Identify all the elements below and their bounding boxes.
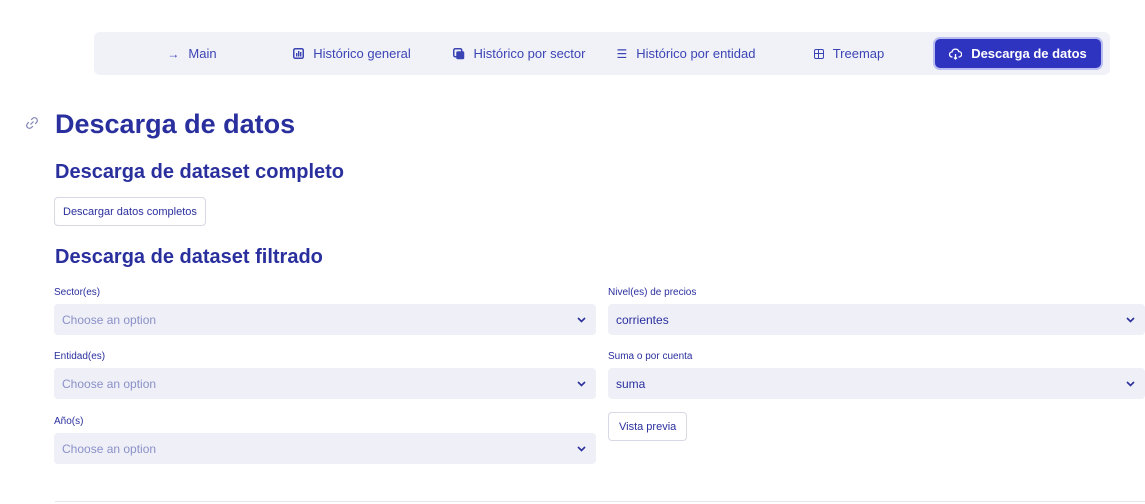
sector-select[interactable]: Choose an option [54,304,596,335]
filtered-dataset-heading: Descarga de dataset filtrado [55,246,323,268]
nivel-label: Nivel(es) de precios [608,287,697,298]
anio-label: Año(s) [54,416,84,427]
suma-select[interactable]: suma [608,368,1145,399]
layers-icon [452,47,465,60]
list-icon: ☰ [616,46,628,61]
chevron-down-icon [576,379,586,389]
page: → Main Histórico general Histórico por s… [0,0,1145,504]
sector-label: Sector(es) [54,287,101,298]
link-icon[interactable] [22,113,42,133]
preview-button[interactable]: Vista previa [608,412,688,441]
divider [55,501,1145,502]
top-nav: → Main Histórico general Histórico por s… [94,32,1110,75]
nav-item-label: Histórico por entidad [636,46,756,61]
nav-item-historico-general[interactable]: Histórico general [287,39,417,68]
page-title: Descarga de datos [55,109,296,139]
chevron-down-icon [1125,315,1135,325]
nav-item-main[interactable]: → Main [152,39,232,68]
nivel-value: corrientes [616,312,669,327]
nav-item-descarga-datos[interactable]: Descarga de datos [935,39,1101,68]
nav-item-label: Histórico por sector [473,46,586,61]
suma-value: suma [616,376,646,391]
entidad-select[interactable]: Choose an option [54,368,596,399]
anio-placeholder: Choose an option [62,441,157,456]
nav-item-label: Histórico general [313,46,411,61]
grid-icon [813,48,824,59]
nav-item-label: Main [188,46,217,61]
nav-item-historico-entidad[interactable]: ☰ Histórico por entidad [613,39,759,68]
nav-item-historico-sector[interactable]: Histórico por sector [450,39,588,68]
entidad-label: Entidad(es) [54,351,106,362]
nivel-select[interactable]: corrientes [608,304,1145,335]
cloud-download-icon [949,47,963,60]
chevron-down-icon [576,315,586,325]
chevron-down-icon [1125,379,1135,389]
anio-select[interactable]: Choose an option [54,433,596,464]
nav-item-treemap[interactable]: Treemap [808,39,890,68]
entidad-placeholder: Choose an option [62,376,157,391]
download-full-button[interactable]: Descargar datos completos [54,197,206,226]
bar-chart-icon [293,48,305,59]
sector-placeholder: Choose an option [62,312,157,327]
suma-label: Suma o por cuenta [608,351,693,362]
arrow-right-icon: → [167,46,180,61]
nav-item-label: Descarga de datos [971,46,1087,61]
full-dataset-heading: Descarga de dataset completo [55,161,344,183]
nav-item-label: Treemap [832,46,885,61]
chevron-down-icon [576,444,586,454]
